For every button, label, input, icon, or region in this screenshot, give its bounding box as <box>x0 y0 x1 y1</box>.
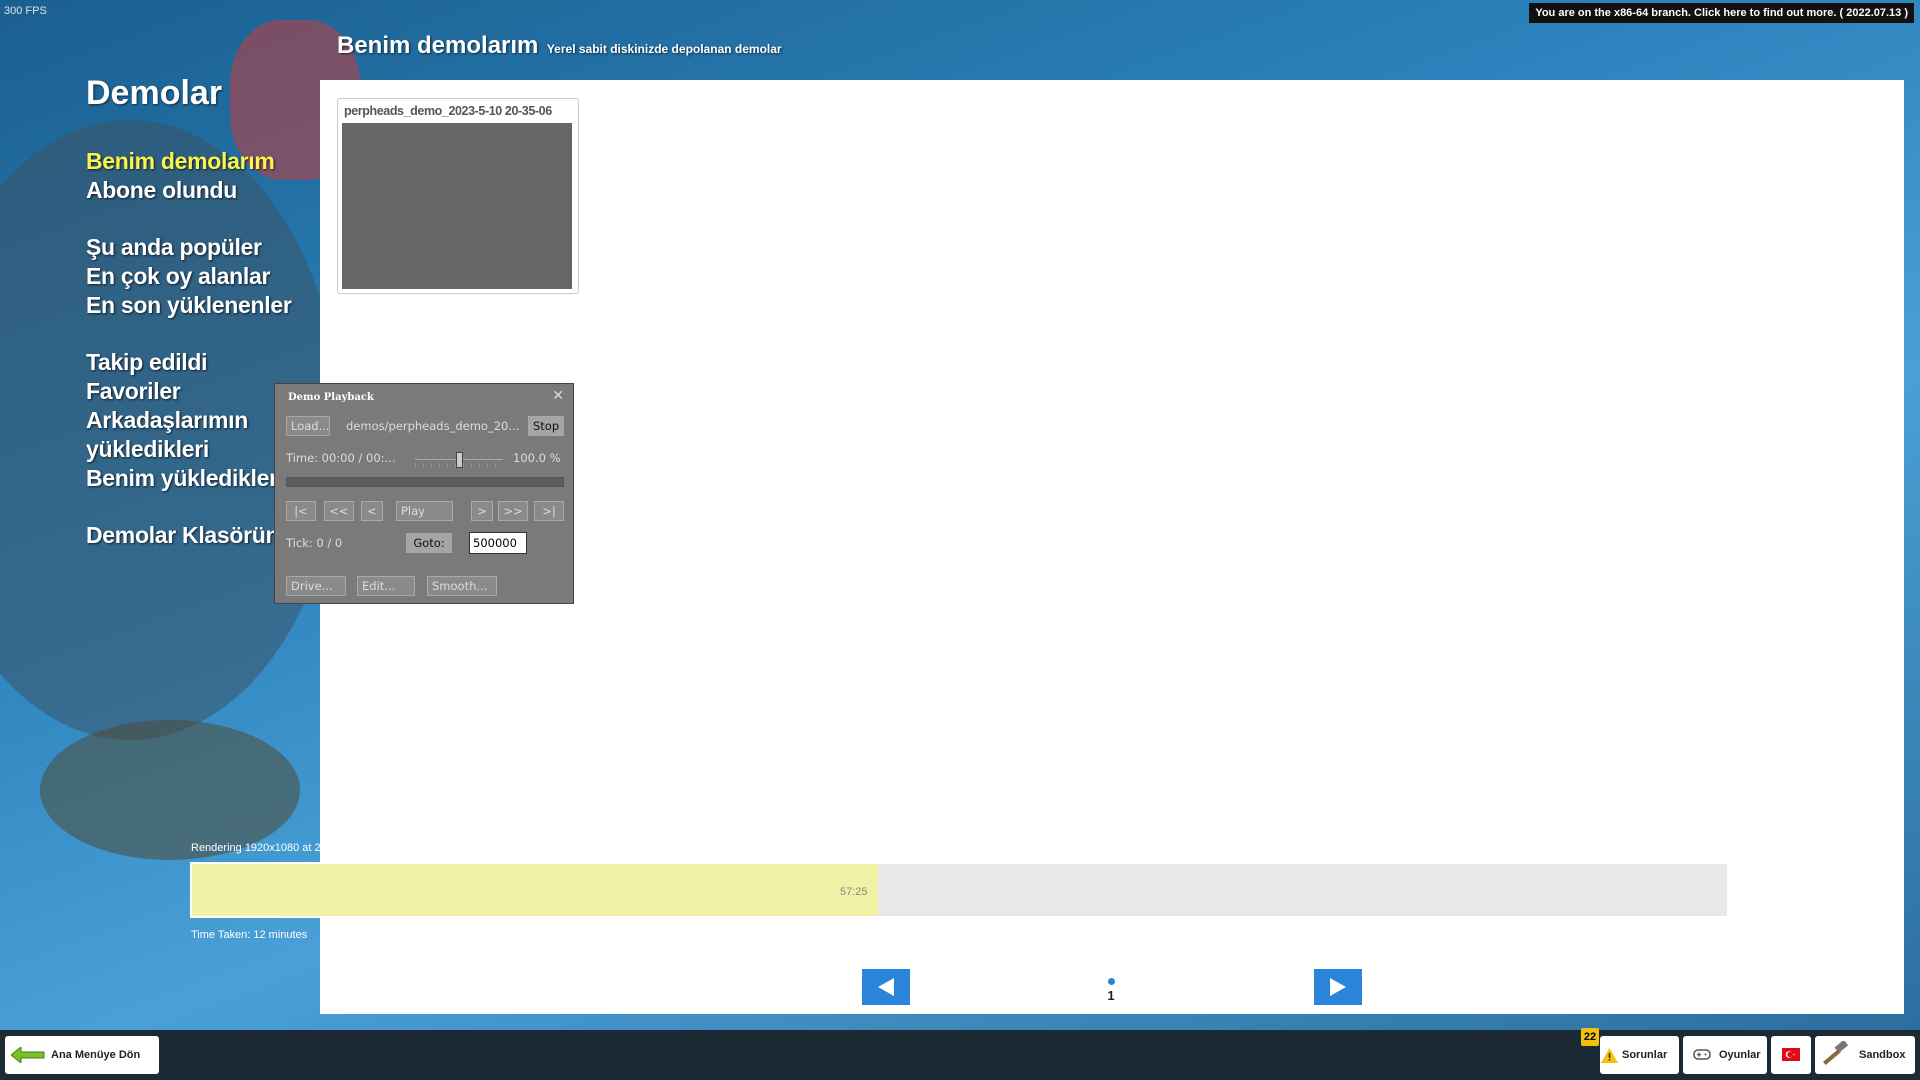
dialog-title: Demo Playback <box>288 392 374 403</box>
speed-readout: 100.0 % <box>513 451 561 465</box>
close-icon[interactable]: ✕ <box>552 388 564 404</box>
arrow-right-icon <box>1330 978 1346 996</box>
page-heading: Benim demolarım Yerel sabit diskinizde d… <box>337 32 782 60</box>
first-frame-button[interactable]: |< <box>286 501 316 521</box>
page-subtitle: Yerel sabit diskinizde depolanan demolar <box>546 42 782 56</box>
speed-slider-thumb[interactable] <box>456 452 463 468</box>
next-page-button[interactable] <box>1314 969 1362 1005</box>
sidebar-item-my-demos[interactable]: Benim demolarım <box>86 147 326 176</box>
demo-card-thumbnail <box>342 123 572 289</box>
warning-icon <box>1601 1048 1618 1063</box>
demo-card-name: perpheads_demo_2023-5-10 20-35-06 <box>344 104 552 118</box>
stop-button[interactable]: Stop <box>528 416 564 436</box>
render-progress-bar: 57:25 10:38 <box>190 862 1729 918</box>
problems-button[interactable]: Sorunlar <box>1600 1036 1679 1074</box>
fps-counter: 300 FPS <box>4 5 47 17</box>
branch-notice[interactable]: You are on the x86-64 branch. Click here… <box>1529 3 1914 23</box>
sidebar-title: Demolar <box>86 74 223 112</box>
sidebar-item-subscribed[interactable]: Abone olundu <box>86 176 326 205</box>
demo-card[interactable]: perpheads_demo_2023-5-10 20-35-06 <box>337 98 579 294</box>
demo-file-path: demos/perpheads_demo_20... <box>346 419 520 433</box>
sidebar-item-followed[interactable]: Takip edildi <box>86 348 326 377</box>
edit-button[interactable]: Edit... <box>357 576 415 596</box>
sidebar-item-latest[interactable]: En son yüklenenler <box>86 291 326 320</box>
arrow-left-icon <box>878 978 894 996</box>
time-readout: Time: 00:00 / 00:... <box>286 451 396 465</box>
problems-label: Sorunlar <box>1622 1049 1668 1061</box>
page-title: Benim demolarım <box>337 32 539 59</box>
arrow-left-icon <box>11 1047 45 1063</box>
load-button[interactable]: Load... <box>286 416 330 436</box>
prev-page-button[interactable] <box>862 969 910 1005</box>
back-label: Ana Menüye Dön <box>51 1049 141 1061</box>
step-forward-button[interactable]: > <box>471 501 493 521</box>
language-button[interactable] <box>1771 1036 1811 1074</box>
render-progress-fill <box>192 864 878 916</box>
drive-button[interactable]: Drive... <box>286 576 346 596</box>
page-indicator-dot <box>1108 978 1115 985</box>
sandbox-button[interactable]: Sandbox <box>1815 1036 1915 1074</box>
sidebar-group-browse: Şu anda popüler En çok oy alanlar En son… <box>86 233 326 320</box>
hammer-icon <box>1823 1041 1849 1065</box>
games-label: Oyunlar <box>1719 1049 1761 1061</box>
goto-tick-input[interactable]: 500000 <box>469 532 527 554</box>
background-art-vehicle <box>40 720 300 860</box>
page-number: 1 <box>1107 988 1115 1003</box>
render-elapsed-time: 57:25 <box>840 886 868 898</box>
sidebar-item-most-voted[interactable]: En çok oy alanlar <box>86 262 326 291</box>
step-back-button[interactable]: < <box>361 501 383 521</box>
problems-count-badge: 22 <box>1581 1028 1599 1046</box>
render-status-label: Rendering 1920x1080 at 2 <box>191 842 321 854</box>
sidebar-group-mine: Benim demolarım Abone olundu <box>86 147 326 205</box>
games-button[interactable]: Oyunlar <box>1683 1036 1767 1074</box>
smooth-button[interactable]: Smooth... <box>427 576 497 596</box>
goto-button[interactable]: Goto: <box>406 533 452 553</box>
last-frame-button[interactable]: >| <box>534 501 564 521</box>
fast-forward-button[interactable]: >> <box>498 501 528 521</box>
timeline-scrubber[interactable] <box>286 477 564 487</box>
flag-icon <box>1782 1048 1800 1061</box>
rewind-button[interactable]: << <box>324 501 354 521</box>
gamepad-icon <box>1693 1049 1711 1060</box>
render-remaining-time: 10:38 <box>888 886 916 898</box>
render-time-taken: Time Taken: 12 minutes <box>191 929 308 941</box>
play-button[interactable]: Play <box>396 501 453 521</box>
sidebar-item-popular[interactable]: Şu anda popüler <box>86 233 326 262</box>
tick-readout: Tick: 0 / 0 <box>286 536 343 550</box>
demo-playback-dialog: Demo Playback ✕ Load... demos/perpheads_… <box>274 383 574 604</box>
sandbox-label: Sandbox <box>1859 1049 1906 1061</box>
back-to-main-menu-button[interactable]: Ana Menüye Dön <box>5 1036 159 1074</box>
